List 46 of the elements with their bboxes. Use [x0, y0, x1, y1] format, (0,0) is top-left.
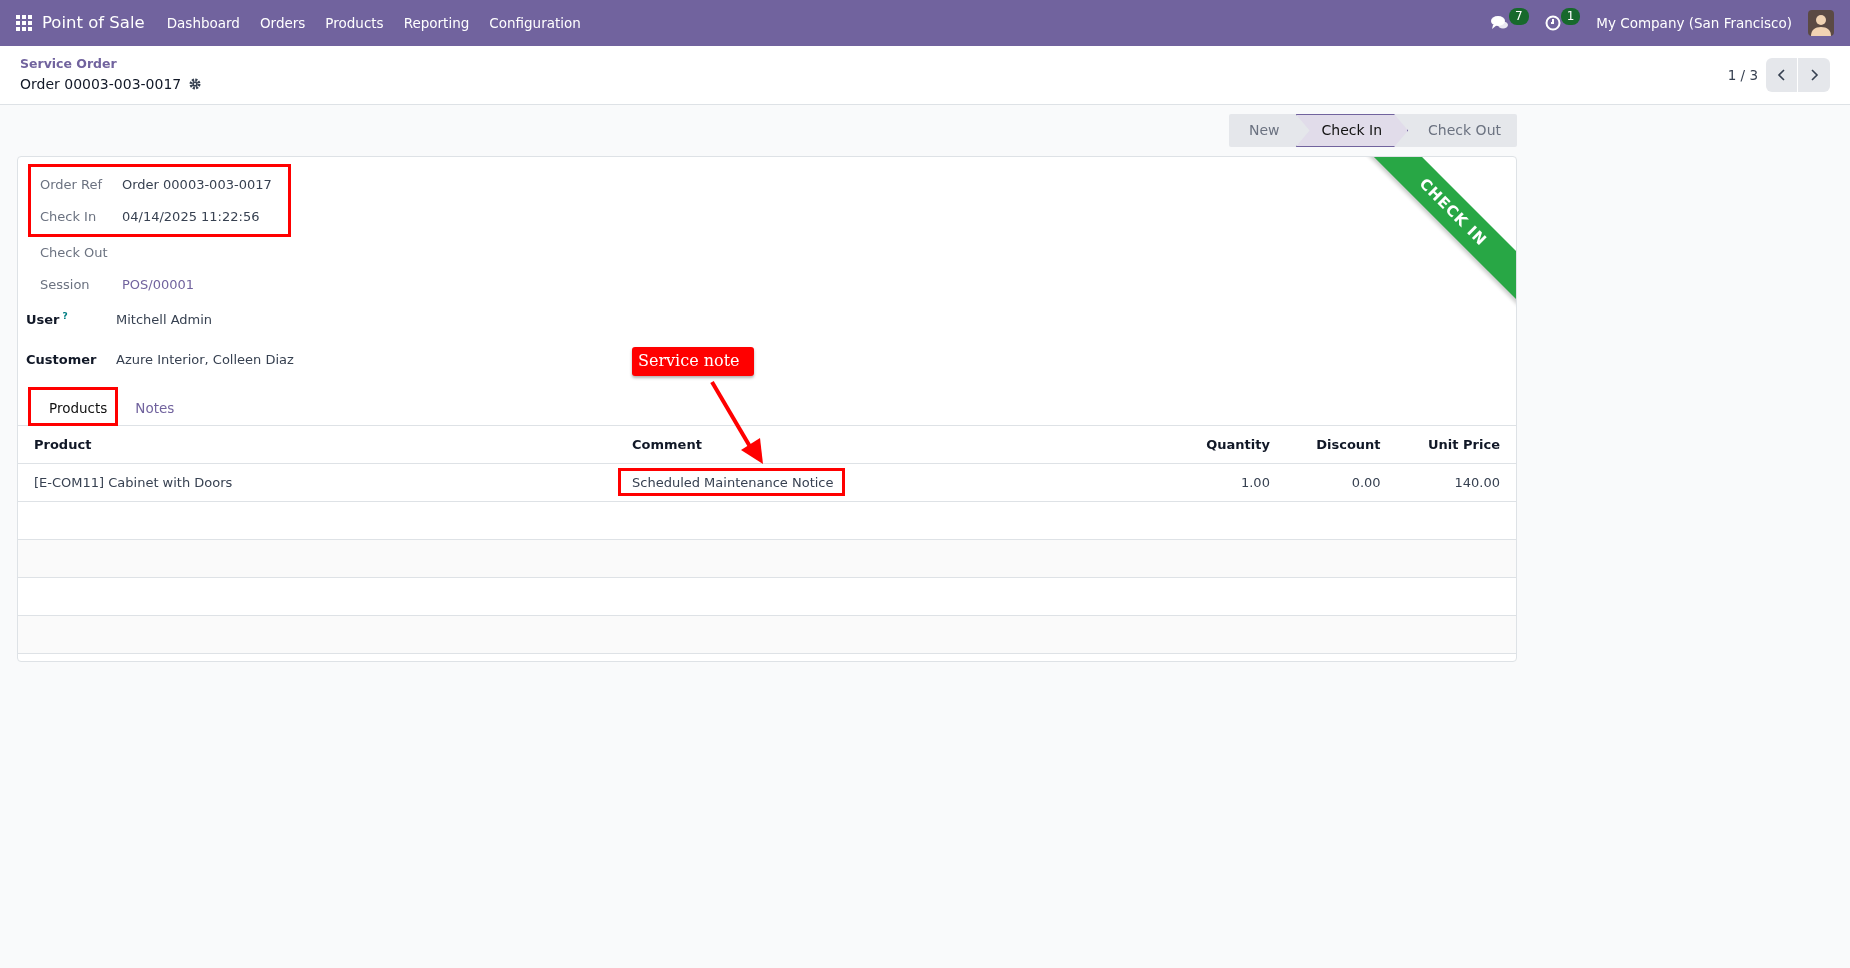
column-header[interactable]: Discount [1285, 425, 1397, 464]
column-header[interactable]: Unit Price [1396, 425, 1516, 464]
menu-item[interactable]: Dashboard [156, 12, 250, 34]
breadcrumb-link[interactable]: Service Order [20, 55, 202, 74]
menu-item[interactable]: Reporting [393, 12, 480, 34]
previous-button[interactable] [1766, 58, 1798, 92]
field-label: Session [40, 275, 91, 294]
status-step[interactable]: Check In [1295, 114, 1409, 147]
field-label: User [26, 312, 60, 328]
tab[interactable]: Notes [118, 387, 192, 426]
table-cell: Scheduled Maintenance Notice [618, 467, 845, 496]
menu-item[interactable]: Configuration [479, 12, 591, 34]
field-label: Customer [26, 350, 98, 369]
menu-item[interactable]: Products [315, 12, 394, 34]
field-value: 04/14/2025 11:22:56 [122, 207, 260, 226]
next-button[interactable] [1798, 58, 1830, 92]
table-cell: 0.00 [1285, 463, 1397, 502]
settings-icon[interactable] [189, 78, 202, 91]
field-label: Check Out [40, 244, 109, 262]
count-badge: 1 [1560, 7, 1581, 25]
field-value: Order 00003-003-0017 [122, 176, 272, 194]
column-header[interactable]: Quantity [1176, 425, 1286, 464]
field-value: Mitchell Admin [116, 311, 213, 329]
help-tooltip[interactable]: ? [62, 311, 68, 321]
pager-value: 1 / 3 [1727, 65, 1758, 85]
field-label: Order Ref [40, 176, 104, 194]
chat-icon[interactable] [1491, 15, 1509, 31]
app-name[interactable]: Point of Sale [32, 10, 157, 36]
field-label: Check In [40, 207, 98, 226]
tab[interactable]: Products [28, 387, 119, 426]
record-title: Order 00003-003-0017 [20, 74, 182, 94]
session-link[interactable]: POS/00001 [122, 274, 195, 294]
clock-icon[interactable] [1544, 15, 1561, 31]
table-cell: 1.00 [1176, 463, 1286, 502]
app-grid-icon[interactable] [16, 15, 32, 31]
table-cell: 140.00 [1396, 463, 1516, 502]
callout-label: Service note [632, 347, 754, 376]
menu-item[interactable]: Orders [249, 12, 316, 34]
company-switcher[interactable]: My Company (San Francisco) [1596, 12, 1792, 34]
status-step[interactable]: Check Out [1408, 114, 1517, 147]
field-value: Azure Interior, Colleen Diaz [116, 350, 294, 369]
count-badge: 7 [1509, 7, 1529, 25]
status-step[interactable]: New [1229, 114, 1296, 147]
avatar-icon[interactable] [1808, 10, 1834, 36]
column-header[interactable]: Product [18, 425, 616, 464]
table-cell: [E-COM11] Cabinet with Doors [18, 463, 616, 502]
